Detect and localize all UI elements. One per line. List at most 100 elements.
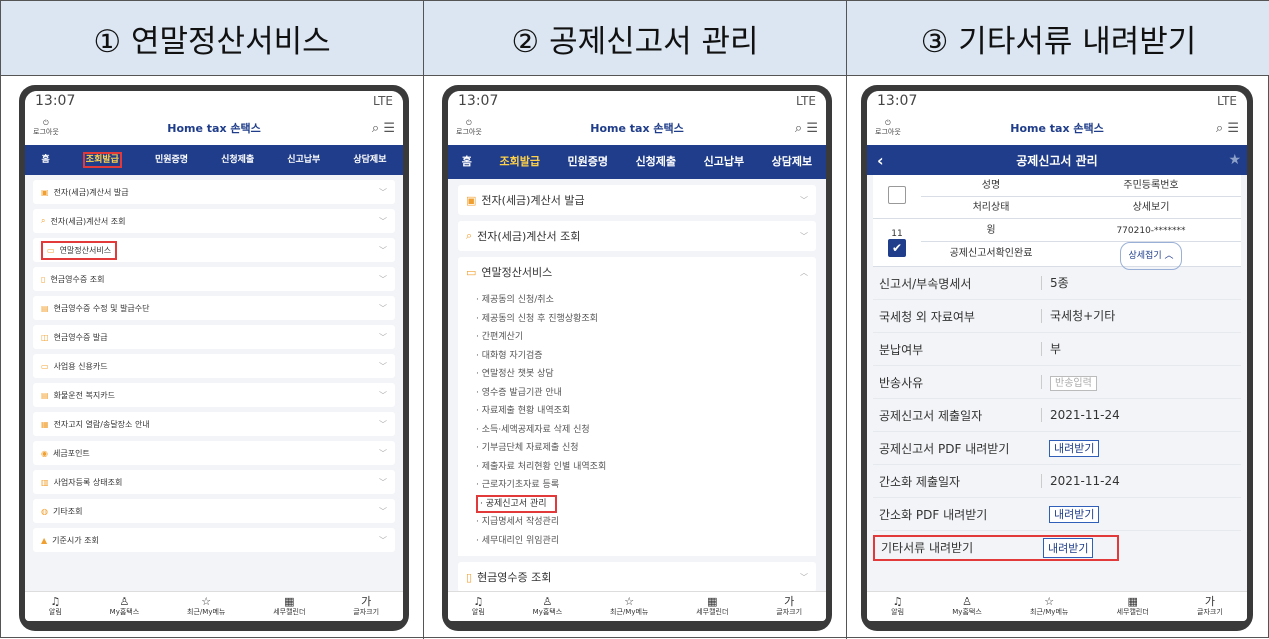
main-nav: 홈 조회발급 민원증명 신청제출 신고납부 상담제보 bbox=[25, 145, 403, 175]
search-icon[interactable]: ⌕ bbox=[1216, 121, 1223, 136]
nav-consult[interactable]: 상담제보 bbox=[772, 156, 812, 167]
nav-application[interactable]: 신청제출 bbox=[636, 156, 676, 167]
search-icon[interactable]: ⌕ bbox=[795, 121, 802, 136]
return-input-button[interactable]: 반송입력 bbox=[1050, 376, 1097, 391]
bottom-font-size[interactable]: 가 글자크기 bbox=[353, 596, 379, 617]
menu-item[interactable]: ▯ 현금영수증 조회 ﹀ bbox=[33, 267, 395, 291]
panel-3: 13:07 LTE ⏻ 로그아웃 Home tax 손택스 ⌕ ☰ ‹ 공제신고서 … bbox=[847, 76, 1269, 639]
bottom-font-size[interactable]: 가 글자크기 bbox=[1197, 596, 1223, 617]
calendar-icon: ▦ bbox=[1127, 594, 1138, 608]
logout-button[interactable]: ⏻ 로그아웃 bbox=[456, 119, 482, 137]
bottom-tax-calendar[interactable]: ▦ 세무캘린더 bbox=[1117, 594, 1149, 617]
bottom-my-hometax[interactable]: ♙ My홈택스 bbox=[533, 596, 563, 617]
etc-icon: ◍ bbox=[41, 506, 48, 516]
bottom-recent-menu[interactable]: ☆ 최근/My메뉴 bbox=[1030, 596, 1068, 617]
bottom-alert[interactable]: ♫ 알림 bbox=[891, 594, 904, 617]
submenu-item-deduction-form[interactable]: · 공제신고서 관리 bbox=[476, 494, 808, 514]
submenu-item[interactable]: · 연말정산 챗봇 상담 bbox=[476, 365, 808, 384]
menu-item[interactable]: ▣ 전자(세금)계산서 발급 ﹀ bbox=[33, 180, 395, 204]
download-button[interactable]: 내려받기 bbox=[1043, 537, 1094, 558]
menu-item[interactable]: ▥ 사업자등록 상태조회 ﹀ bbox=[33, 470, 395, 494]
nav-certificate[interactable]: 민원증명 bbox=[155, 155, 188, 165]
menu-item[interactable]: ▲ 기준시가 조회 ﹀ bbox=[33, 528, 395, 552]
nav-inquiry-issue[interactable]: 조회발급 bbox=[499, 156, 539, 167]
download-button[interactable]: 내려받기 bbox=[1049, 440, 1100, 457]
bottom-my-hometax[interactable]: ♙ My홈택스 bbox=[952, 594, 982, 617]
calendar-icon: ▦ bbox=[284, 594, 295, 608]
bottom-alert[interactable]: ♫ 알림 bbox=[472, 594, 485, 617]
menu-item-year-end[interactable]: ▭ 연말정산서비스 ﹀ bbox=[33, 238, 395, 262]
search-icon[interactable]: ⌕ bbox=[372, 121, 379, 136]
nav-application[interactable]: 신청제출 bbox=[221, 155, 254, 165]
bottom-nav: ♫ 알림 ♙ My홈택스 ☆ 최근/My메뉴 ▦ 세무캘린더 가 글자크기 bbox=[448, 591, 826, 621]
bottom-my-hometax[interactable]: ♙ My홈택스 bbox=[110, 596, 140, 617]
menu-item[interactable]: ▤ 화물운전 복지카드 ﹀ bbox=[33, 383, 395, 407]
bottom-tax-calendar[interactable]: ▦ 세무캘린더 bbox=[273, 594, 305, 617]
submenu-item[interactable]: · 간편계산기 bbox=[476, 328, 808, 347]
bell-icon: ♫ bbox=[473, 594, 484, 608]
chevron-up-icon: ︿ bbox=[800, 267, 808, 277]
logout-button[interactable]: ⏻ 로그아웃 bbox=[875, 119, 901, 137]
person-icon: ♙ bbox=[962, 594, 972, 608]
favorite-star-icon[interactable]: ★ bbox=[1228, 152, 1241, 168]
search-icon: ⌕ bbox=[41, 216, 46, 225]
bottom-recent-menu[interactable]: ☆ 최근/My메뉴 bbox=[610, 596, 648, 617]
chevron-down-icon: ﹀ bbox=[800, 231, 808, 241]
nav-tax-return[interactable]: 신고납부 bbox=[287, 155, 320, 165]
menu-item[interactable]: ▣ 전자(세금)계산서 발급 ﹀ bbox=[458, 185, 816, 215]
menu-icon[interactable]: ☰ bbox=[806, 121, 818, 136]
nav-consult[interactable]: 상담제보 bbox=[353, 155, 386, 165]
submenu-item[interactable]: · 소득·세액공제자료 삭제 신청 bbox=[476, 421, 808, 440]
table-row: 11 ✔ 윙 공제신고서확인완료 770210-******* 상세접기 ︿ bbox=[873, 219, 1241, 270]
nav-home[interactable]: 홈 bbox=[462, 156, 472, 167]
bell-icon: ♫ bbox=[892, 594, 903, 608]
nav-home[interactable]: 홈 bbox=[42, 155, 50, 165]
detail-collapse-button[interactable]: 상세접기 ︿ bbox=[1119, 241, 1183, 270]
bottom-tax-calendar[interactable]: ▦ 세무캘린더 bbox=[696, 596, 728, 617]
menu-item[interactable]: ⌕ 전자(세금)계산서 조회 ﹀ bbox=[33, 209, 395, 233]
menu-item[interactable]: ◍ 기타조회 ﹀ bbox=[33, 499, 395, 523]
chevron-down-icon: ﹀ bbox=[379, 361, 387, 371]
submenu-item[interactable]: · 제출자료 처리현황 인별 내역조회 bbox=[476, 458, 808, 477]
bottom-font-size[interactable]: 가 글자크기 bbox=[776, 596, 802, 617]
menu-item[interactable]: ◫ 현금영수증 발급 ﹀ bbox=[33, 325, 395, 349]
menu-item-year-end-expanded[interactable]: ▭ 연말정산서비스 ︿ bbox=[458, 257, 816, 287]
menu-icon[interactable]: ☰ bbox=[1227, 121, 1239, 136]
row-checkbox[interactable]: ✔ bbox=[888, 238, 906, 257]
panel-1: 13:07 LTE ⏻ 로그아웃 Home tax 손택스 ⌕ ☰ 홈 조회발급 민… bbox=[1, 76, 424, 639]
nav-certificate[interactable]: 민원증명 bbox=[568, 156, 608, 167]
receipt-icon: ▯ bbox=[466, 570, 473, 584]
submenu-item[interactable]: · 제공동의 신청/취소 bbox=[476, 291, 808, 310]
select-all-checkbox[interactable] bbox=[888, 186, 906, 204]
download-button[interactable]: 내려받기 bbox=[1049, 506, 1100, 523]
bottom-nav: ♫ 알림 ♙ My홈택스 ☆ 최근/My메뉴 ▦ 세무캘린더 가 글자크기 bbox=[25, 591, 403, 621]
menu-item[interactable]: ⌕ 전자(세금)계산서 조회 ﹀ bbox=[458, 221, 816, 251]
bottom-recent-menu[interactable]: ☆ 최근/My메뉴 bbox=[187, 596, 225, 617]
menu-item[interactable]: ▤ 현금영수증 수정 및 발급수단 ﹀ bbox=[33, 296, 395, 320]
back-arrow-icon[interactable]: ‹ bbox=[877, 151, 884, 170]
submenu-item[interactable]: · 제공동의 신청 후 진행상황조회 bbox=[476, 310, 808, 329]
submenu-item[interactable]: · 영수증 발급기관 안내 bbox=[476, 384, 808, 403]
bottom-alert[interactable]: ♫ 알림 bbox=[49, 596, 62, 617]
search-icon: ⌕ bbox=[466, 229, 473, 242]
menu-item[interactable]: ▭ 사업용 신용카드 ﹀ bbox=[33, 354, 395, 378]
chevron-down-icon: ﹀ bbox=[379, 477, 387, 487]
menu-item[interactable]: ▯ 현금영수증 조회 ﹀ bbox=[458, 562, 816, 592]
logout-button[interactable]: ⏻ 로그아웃 bbox=[33, 119, 59, 137]
nav-inquiry-issue[interactable]: 조회발급 bbox=[82, 152, 122, 168]
detail-list: 신고서/부속명세서 5종 국세청 외 자료여부 국세청+기타 분납여부 부 반송사유 반… bbox=[867, 267, 1247, 564]
submenu-item[interactable]: · 자료제출 현황 내역조회 bbox=[476, 402, 808, 421]
menu-icon[interactable]: ☰ bbox=[383, 121, 395, 136]
submenu-item[interactable]: · 기부금단체 자료제출 신청 bbox=[476, 439, 808, 458]
submenu-item[interactable]: · 대화형 자기검증 bbox=[476, 347, 808, 366]
main-nav: 홈 조회발급 민원증명 신청제출 신고납부 상담제보 bbox=[448, 145, 826, 179]
submenu-item[interactable]: · 세무대리인 위임관리 bbox=[476, 532, 808, 551]
menu-item[interactable]: ▦ 전자고지 열람/송달장소 안내 ﹀ bbox=[33, 412, 395, 436]
nav-tax-return[interactable]: 신고납부 bbox=[704, 156, 744, 167]
phone-frame: 13:07 LTE ⏻ 로그아웃 Home tax 손택스 ⌕ ☰ ‹ 공제신고서 … bbox=[861, 85, 1253, 631]
submenu-item[interactable]: · 근로자기초자료 등록 bbox=[476, 476, 808, 495]
header-step-3: ③ 기타서류 내려받기 bbox=[847, 1, 1269, 76]
power-icon: ⏻ bbox=[885, 119, 891, 127]
submenu-item[interactable]: · 지급명세서 작성관리 bbox=[476, 513, 808, 532]
menu-item[interactable]: ◉ 세금포인트 ﹀ bbox=[33, 441, 395, 465]
